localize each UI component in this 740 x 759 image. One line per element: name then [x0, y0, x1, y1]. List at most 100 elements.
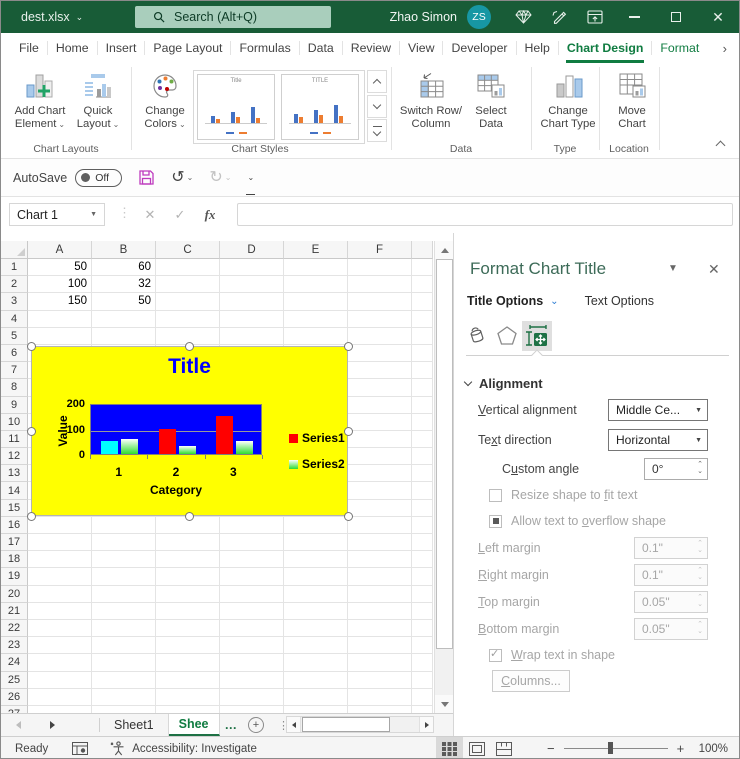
- cell-D27[interactable]: [220, 706, 284, 713]
- cell-C17[interactable]: [156, 534, 220, 551]
- cell-E17[interactable]: [284, 534, 348, 551]
- cell-partial[interactable]: [412, 620, 433, 637]
- row-header-21[interactable]: 21: [1, 603, 28, 620]
- row-header-4[interactable]: 4: [1, 311, 28, 328]
- cell-partial[interactable]: [412, 276, 433, 293]
- cell-E2[interactable]: [284, 276, 348, 293]
- cell-F2[interactable]: [348, 276, 412, 293]
- name-box-dropdown-icon[interactable]: ▼: [90, 211, 97, 218]
- cell-F4[interactable]: [348, 311, 412, 328]
- row-header-9[interactable]: 9: [1, 397, 28, 414]
- cell-partial[interactable]: [412, 465, 433, 482]
- cell-D24[interactable]: [220, 654, 284, 671]
- zoom-slider[interactable]: [564, 748, 668, 750]
- cancel-button[interactable]: ✕: [139, 203, 161, 226]
- cell-partial[interactable]: [412, 551, 433, 568]
- dropdown-field-text-direction[interactable]: Horizontal▼: [608, 429, 708, 451]
- cell-C2[interactable]: [156, 276, 220, 293]
- cell-C20[interactable]: [156, 586, 220, 603]
- cell-partial[interactable]: [412, 397, 433, 414]
- cell-F27[interactable]: [348, 706, 412, 713]
- macro-record-icon[interactable]: [72, 742, 88, 755]
- row-header-27[interactable]: 27: [1, 706, 28, 713]
- cell-D26[interactable]: [220, 689, 284, 706]
- cell-A18[interactable]: [28, 551, 92, 568]
- cell-partial[interactable]: [412, 362, 433, 379]
- vertical-scrollbar[interactable]: [434, 241, 453, 713]
- horizontal-scrollbar-thumb[interactable]: [302, 717, 390, 732]
- gem-icon[interactable]: [505, 1, 541, 33]
- effects-icon[interactable]: [492, 321, 522, 351]
- cell-partial[interactable]: [412, 654, 433, 671]
- previous-sheet-button[interactable]: [9, 714, 27, 736]
- maximize-button[interactable]: [655, 1, 697, 33]
- cell-A22[interactable]: [28, 620, 92, 637]
- cell-D1[interactable]: [220, 259, 284, 276]
- pen-sparkle-icon[interactable]: [541, 1, 577, 33]
- horizontal-scrollbar[interactable]: [286, 716, 434, 733]
- save-button[interactable]: [138, 169, 155, 186]
- accessibility-icon[interactable]: [110, 741, 125, 756]
- cell-partial[interactable]: [412, 311, 433, 328]
- enter-button[interactable]: ✓: [169, 203, 191, 226]
- cell-C26[interactable]: [156, 689, 220, 706]
- ribbon-tab-file[interactable]: File: [11, 33, 47, 63]
- row-header-13[interactable]: 13: [1, 465, 28, 482]
- cell-partial[interactable]: [412, 448, 433, 465]
- cell-F17[interactable]: [348, 534, 412, 551]
- row-header-24[interactable]: 24: [1, 654, 28, 671]
- fill-line-icon[interactable]: [462, 321, 492, 351]
- row-header-19[interactable]: 19: [1, 568, 28, 585]
- cell-partial[interactable]: [412, 672, 433, 689]
- cell-B24[interactable]: [92, 654, 156, 671]
- cell-C22[interactable]: [156, 620, 220, 637]
- row-header-5[interactable]: 5: [1, 328, 28, 345]
- cell-A19[interactable]: [28, 568, 92, 585]
- cell-F26[interactable]: [348, 689, 412, 706]
- row-header-6[interactable]: 6: [1, 345, 28, 362]
- row-header-20[interactable]: 20: [1, 586, 28, 603]
- ribbon-tab-view[interactable]: View: [400, 33, 442, 63]
- cell-C24[interactable]: [156, 654, 220, 671]
- normal-view-button[interactable]: [436, 737, 463, 759]
- spinner-field-left-margin[interactable]: 0.1"⌃⌄: [634, 537, 708, 559]
- cell-B18[interactable]: [92, 551, 156, 568]
- cell-A1[interactable]: 50: [28, 259, 92, 276]
- ribbon-tab-home[interactable]: Home: [48, 33, 97, 63]
- cell-A20[interactable]: [28, 586, 92, 603]
- undo-dropdown-icon[interactable]: ⌄: [187, 173, 194, 182]
- cell-E26[interactable]: [284, 689, 348, 706]
- cell-A2[interactable]: 100: [28, 276, 92, 293]
- task-pane-menu-icon[interactable]: ▼: [668, 263, 678, 274]
- cell-F12[interactable]: [348, 448, 412, 465]
- zoom-out-button[interactable]: −: [547, 741, 555, 756]
- ribbon-tab-help[interactable]: Help: [517, 33, 558, 63]
- spinner-field-custom-angle[interactable]: 0°⌃⌄: [644, 458, 708, 480]
- cell-D22[interactable]: [220, 620, 284, 637]
- row-header-17[interactable]: 17: [1, 534, 28, 551]
- gallery-scroll-down-button[interactable]: [367, 95, 387, 118]
- cell-C25[interactable]: [156, 672, 220, 689]
- cell-F16[interactable]: [348, 517, 412, 534]
- cell-F14[interactable]: [348, 482, 412, 499]
- cell-F22[interactable]: [348, 620, 412, 637]
- cell-partial[interactable]: [412, 431, 433, 448]
- row-header-8[interactable]: 8: [1, 379, 28, 396]
- chart-selection-handle[interactable]: [344, 512, 353, 521]
- cell-B5[interactable]: [92, 328, 156, 345]
- scroll-right-button[interactable]: [419, 717, 433, 732]
- cell-A3[interactable]: 150: [28, 293, 92, 310]
- row-header-23[interactable]: 23: [1, 637, 28, 654]
- spinner-buttons[interactable]: ⌃⌄: [697, 462, 707, 475]
- gallery-scroll-up-button[interactable]: [367, 70, 387, 93]
- cell-partial[interactable]: [412, 379, 433, 396]
- cell-A21[interactable]: [28, 603, 92, 620]
- column-header-F[interactable]: F: [348, 241, 412, 259]
- spinner-buttons[interactable]: ⌃⌄: [697, 595, 707, 608]
- quick-layout-button[interactable]: QuickLayout⌄: [73, 68, 123, 131]
- cell-A4[interactable]: [28, 311, 92, 328]
- cell-partial[interactable]: [412, 482, 433, 499]
- cell-A16[interactable]: [28, 517, 92, 534]
- cell-E27[interactable]: [284, 706, 348, 713]
- bar-series1-cat3[interactable]: [216, 416, 233, 454]
